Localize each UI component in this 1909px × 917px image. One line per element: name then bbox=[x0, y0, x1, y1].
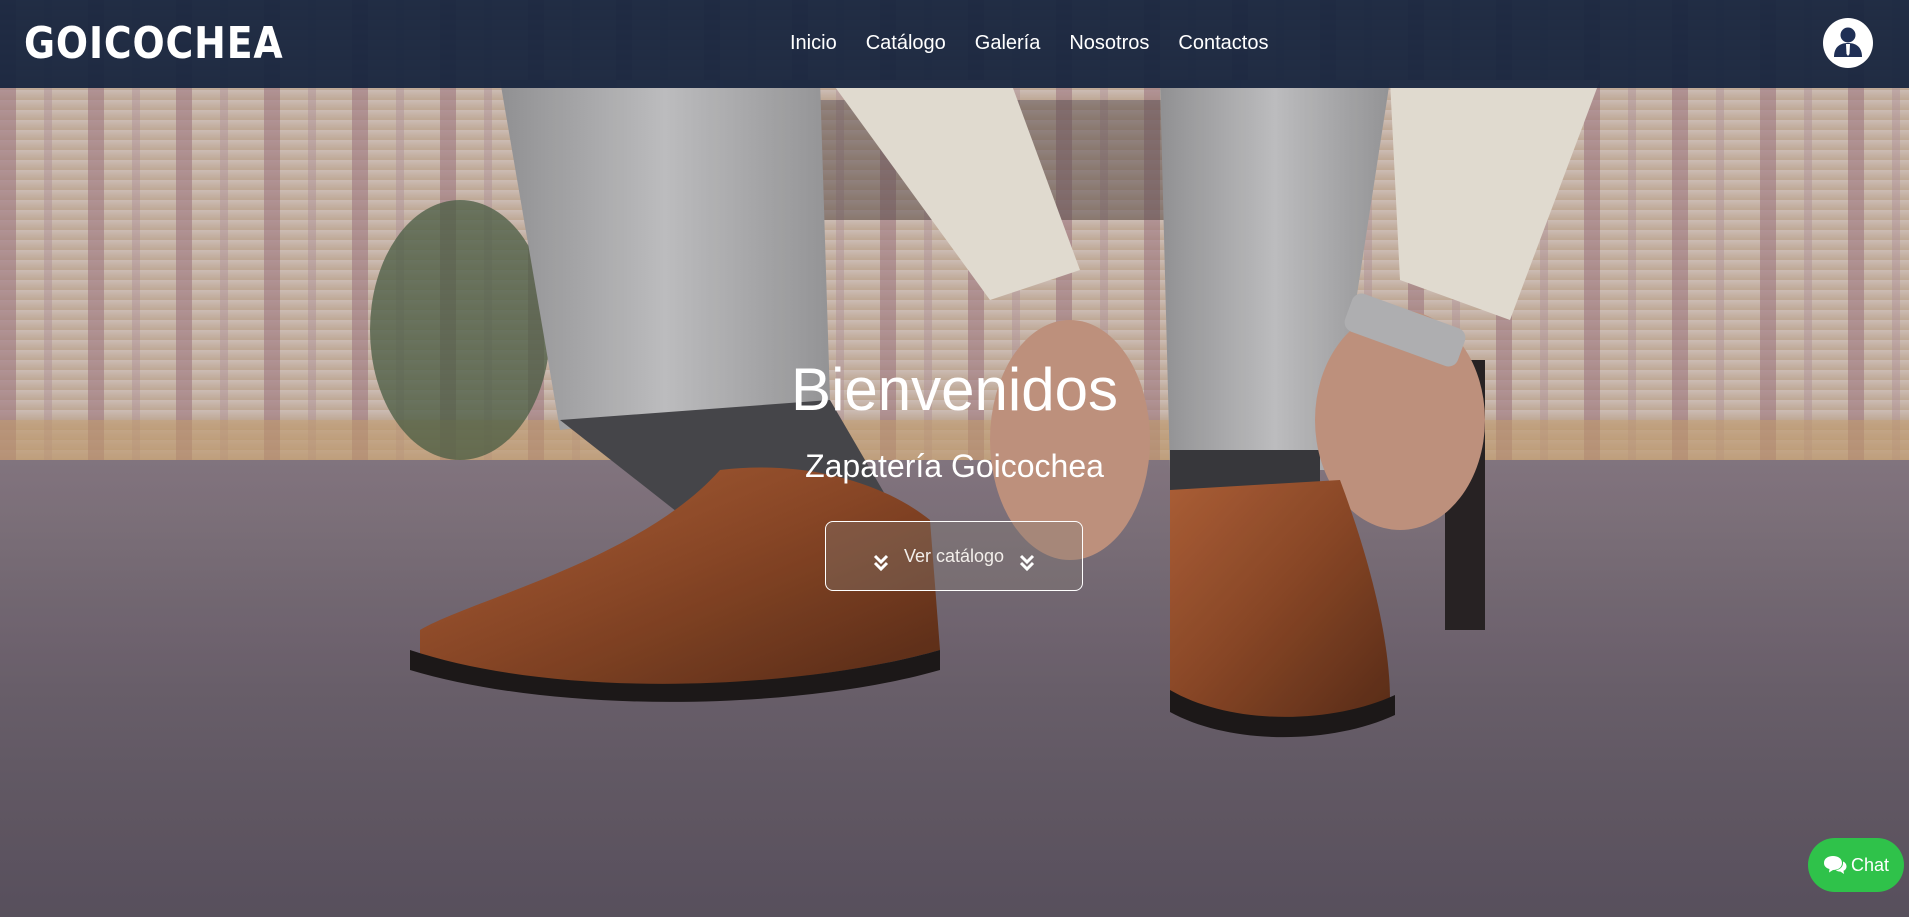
brand-logo[interactable]: GOICOCHEA bbox=[24, 16, 284, 72]
nav-item-nosotros[interactable]: Nosotros bbox=[1069, 28, 1149, 58]
user-account-button[interactable] bbox=[1823, 18, 1873, 68]
nav-item-inicio[interactable]: Inicio bbox=[790, 28, 837, 58]
nav-item-galeria[interactable]: Galería bbox=[975, 28, 1041, 58]
user-avatar-icon bbox=[1834, 27, 1862, 57]
view-catalog-button[interactable]: Ver catálogo bbox=[825, 521, 1083, 591]
hero-subtitle: Zapatería Goicochea bbox=[805, 448, 1104, 484]
nav-item-catalogo[interactable]: Catálogo bbox=[866, 28, 946, 58]
chat-bubbles-icon bbox=[1823, 856, 1847, 874]
chevrons-down-icon bbox=[1019, 554, 1035, 572]
chat-label: Chat bbox=[1850, 855, 1890, 875]
chat-button[interactable]: Chat bbox=[1808, 838, 1904, 892]
nav-menu: Inicio Catálogo Galería Nosotros Contact… bbox=[790, 28, 1268, 58]
navbar: GOICOCHEA Inicio Catálogo Galería Nosotr… bbox=[0, 0, 1909, 88]
nav-item-contactos[interactable]: Contactos bbox=[1178, 28, 1268, 58]
chevrons-down-icon bbox=[873, 554, 889, 572]
hero-title: Bienvenidos bbox=[791, 356, 1118, 423]
view-catalog-label: Ver catálogo bbox=[903, 546, 1005, 566]
